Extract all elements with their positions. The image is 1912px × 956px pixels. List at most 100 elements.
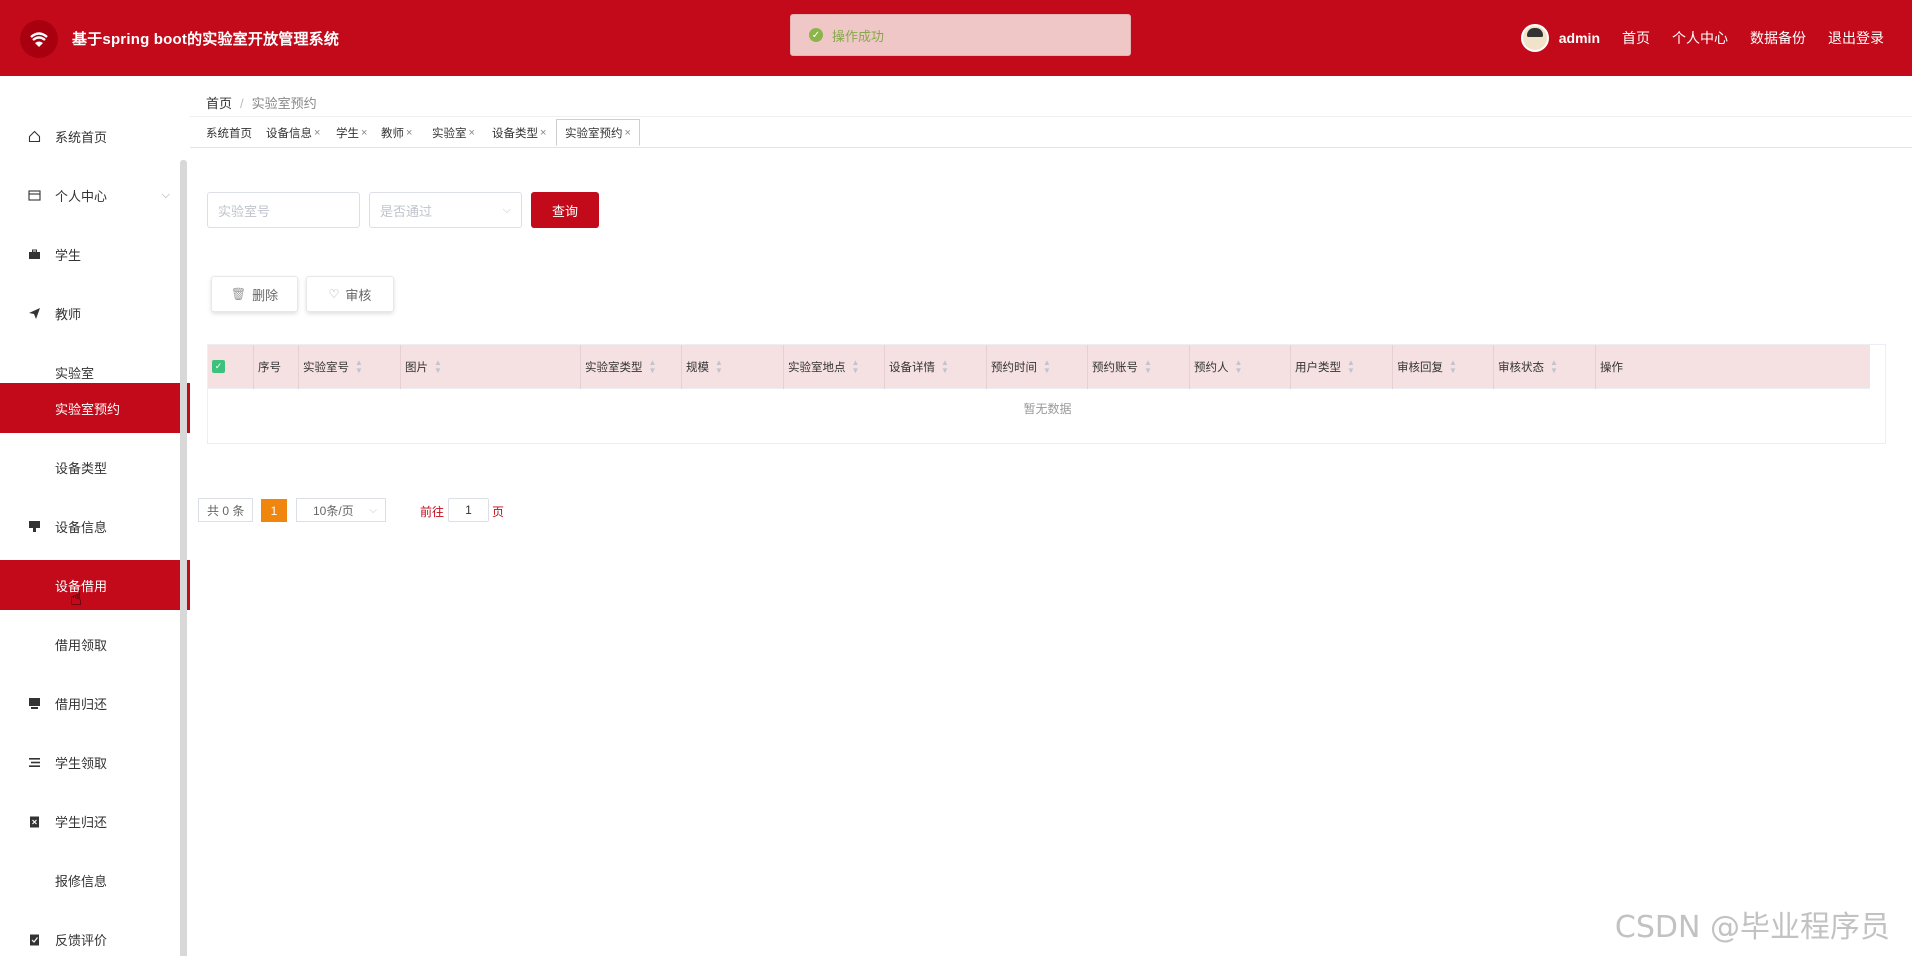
sidebar-item-label: 教师	[55, 306, 82, 322]
sidebar-item-label: 反馈评价	[55, 932, 108, 948]
sidebar-item-device-borrow[interactable]: 设备借用	[0, 560, 190, 610]
avatar	[1520, 24, 1549, 52]
sidebar-item-student[interactable]: 学生	[0, 229, 190, 279]
empty-text: 暂无数据	[1023, 402, 1072, 416]
approved-select[interactable]: 是否通过 ⌵	[369, 192, 522, 228]
pagination-goto-label: 前往	[420, 505, 445, 519]
sidebar-item-label: 实验室预约	[55, 401, 121, 417]
sidebar-item-device-type[interactable]: 设备类型	[0, 442, 190, 492]
user-menu[interactable]: admin	[1520, 24, 1600, 52]
close-icon[interactable]: ×	[469, 127, 475, 139]
grid-icon	[28, 402, 41, 415]
sidebar-item-label: 设备信息	[55, 519, 108, 535]
column-header[interactable]: 图片 ▲ ▼	[401, 345, 581, 389]
breadcrumb-current: 实验室预约	[251, 96, 317, 111]
lab-number-input[interactable]: 实验室号	[207, 192, 360, 228]
tab-bar: 系统首页 设备信息 × 学生 × 教师 × 实验室 × 设备类型 × 实验室预约 ×	[190, 116, 1912, 148]
app-title: 基于spring boot的实验室开放管理系统	[72, 31, 340, 48]
tab-lab-reservation[interactable]: 实验室预约 ×	[556, 119, 640, 146]
column-header[interactable]: 审核回复 ▲ ▼	[1393, 345, 1494, 389]
sidebar: 系统首页 个人中心 ⌵ 学生 教师 实验室 实验室预约 设备类型 设备信息 设备…	[0, 76, 190, 956]
header-nav: admin 首页 个人中心 数据备份 退出登录	[1520, 24, 1884, 52]
sidebar-item-label: 借用领取	[55, 637, 108, 653]
chevron-down-icon: ⌵	[502, 204, 511, 216]
column-header[interactable]: 设备详情 ▲ ▼	[885, 345, 987, 389]
device-icon	[28, 520, 41, 533]
sidebar-item-label: 借用归还	[55, 696, 108, 712]
close-icon[interactable]: ×	[361, 127, 367, 139]
tab-student[interactable]: 学生 ×	[328, 119, 375, 146]
grid-icon	[28, 579, 41, 592]
sidebar-item-home[interactable]: 系统首页	[0, 111, 190, 161]
sidebar-item-teacher[interactable]: 教师	[0, 288, 190, 338]
delete-button[interactable]: 🗑 删除	[211, 276, 298, 312]
check-icon	[28, 933, 41, 946]
pagination-current-page[interactable]: 1	[261, 499, 287, 522]
sidebar-item-lab-reservation[interactable]: 实验室预约	[0, 383, 190, 433]
page-size-select[interactable]: 10条/页 ⌵	[296, 498, 386, 522]
reservation-table: ✓ 序号 实验室号 ▲ ▼ 图片 ▲ ▼ 实验室类型 ▲ ▼ 规模 ▲ ▼ 实验室地点 ▲ ▼ 设备…	[207, 344, 1886, 444]
column-header[interactable]: 用户类型 ▲ ▼	[1291, 345, 1393, 389]
select-all-checkbox[interactable]: ✓	[212, 360, 225, 373]
toast-message: 操作成功	[832, 28, 885, 44]
sidebar-item-borrow-receive[interactable]: 借用领取	[0, 619, 190, 669]
check-circle-icon: ✓	[809, 28, 823, 42]
home-icon	[28, 130, 41, 143]
close-icon[interactable]: ×	[540, 127, 546, 139]
sidebar-item-repair[interactable]: 报修信息	[0, 855, 190, 905]
breadcrumb: 首页 / 实验室预约	[206, 96, 317, 111]
pagination-total: 共 0 条	[198, 498, 254, 522]
breadcrumb-home[interactable]: 首页	[206, 96, 232, 111]
sidebar-item-borrow-return[interactable]: 借用归还	[0, 678, 190, 728]
tab-device-type[interactable]: 设备类型 ×	[484, 119, 554, 146]
column-header[interactable]: 规模 ▲ ▼	[682, 345, 784, 389]
nav-backup-link[interactable]: 数据备份	[1750, 28, 1806, 48]
column-header: 序号	[254, 345, 299, 389]
sidebar-item-label: 学生领取	[55, 755, 108, 771]
pagination-page-suffix: 页	[492, 505, 505, 519]
watermark: CSDN @毕业程序员	[1614, 910, 1890, 945]
monitor-icon	[28, 697, 41, 710]
close-icon[interactable]: ×	[625, 127, 631, 139]
column-header[interactable]: 预约账号 ▲ ▼	[1088, 345, 1190, 389]
sidebar-item-label: 学生归还	[55, 814, 108, 830]
column-header[interactable]: 实验室类型 ▲ ▼	[581, 345, 682, 389]
top-header: 基于spring boot的实验室开放管理系统 ✓ 操作成功 admin 首页 …	[0, 0, 1912, 76]
sidebar-scrollbar[interactable]	[180, 160, 187, 956]
sidebar-item-label: 个人中心	[55, 188, 108, 204]
sidebar-item-feedback[interactable]: 反馈评价	[0, 914, 190, 956]
grid-icon	[28, 366, 41, 379]
column-header[interactable]: 实验室地点 ▲ ▼	[784, 345, 885, 389]
column-header: 操作	[1600, 362, 1623, 374]
nav-logout-link[interactable]: 退出登录	[1828, 28, 1884, 48]
column-header[interactable]: 实验室号 ▲ ▼	[299, 345, 401, 389]
pagination-goto-input[interactable]: 1	[448, 498, 489, 522]
sidebar-item-profile[interactable]: 个人中心 ⌵	[0, 170, 190, 220]
username: admin	[1558, 30, 1600, 46]
close-icon[interactable]: ×	[406, 127, 412, 139]
nav-home-link[interactable]: 首页	[1622, 28, 1650, 48]
review-button[interactable]: ♡ 审核	[306, 276, 394, 312]
sidebar-item-student-receive[interactable]: 学生领取	[0, 737, 190, 787]
tab-lab[interactable]: 实验室 ×	[424, 119, 483, 146]
briefcase-icon	[28, 248, 41, 261]
heart-icon: ♡	[328, 287, 340, 301]
list-icon	[28, 756, 41, 769]
tab-home[interactable]: 系统首页	[198, 119, 260, 146]
wallet-icon	[28, 189, 41, 202]
nav-profile-link[interactable]: 个人中心	[1672, 28, 1728, 48]
logo-icon	[20, 20, 58, 58]
sidebar-item-student-return[interactable]: 学生归还	[0, 796, 190, 846]
sidebar-item-device-info[interactable]: 设备信息	[0, 501, 190, 551]
search-button[interactable]: 查询	[531, 192, 599, 228]
clipboard-icon	[28, 815, 41, 828]
column-header[interactable]: 预约人 ▲ ▼	[1190, 345, 1291, 389]
tab-device-info[interactable]: 设备信息 ×	[258, 119, 328, 146]
tab-teacher[interactable]: 教师 ×	[373, 119, 420, 146]
hand-cursor-icon: ☝	[70, 588, 83, 610]
column-header[interactable]: 审核状态 ▲ ▼	[1494, 345, 1596, 389]
close-icon[interactable]: ×	[314, 127, 320, 139]
sidebar-item-label: 系统首页	[55, 129, 108, 145]
chevron-down-icon: ⌵	[369, 504, 377, 516]
column-header[interactable]: 预约时间 ▲ ▼	[987, 345, 1088, 389]
